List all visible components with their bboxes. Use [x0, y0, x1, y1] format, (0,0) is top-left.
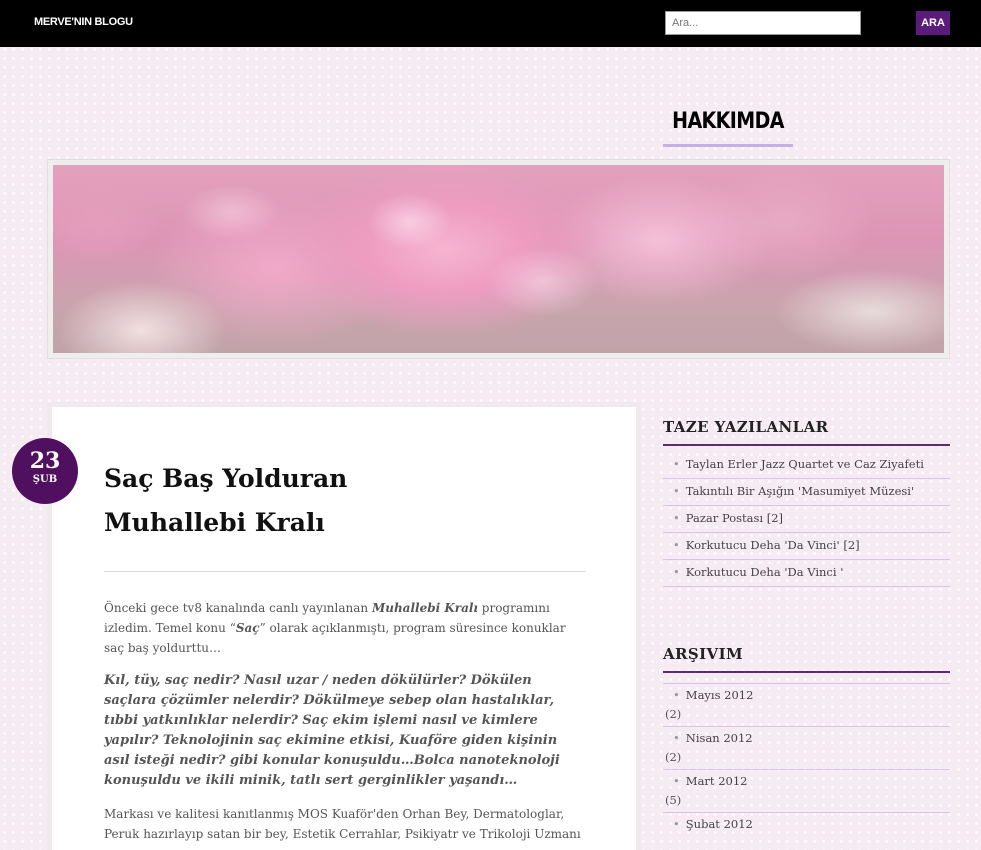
bullet-icon: • [673, 688, 680, 702]
post-paragraph-3: Markası ve kalitesi kanıtlanmış MOS Kuaf… [104, 807, 581, 841]
post-paragraph-1: Önceki gece tv8 kanalında canlı yayınlan… [104, 598, 586, 658]
bullet-icon: • [673, 731, 680, 745]
bullet-icon: • [673, 484, 680, 498]
post-date-badge: 23 ŞUB [12, 438, 78, 504]
recent-post-link[interactable]: Takıntılı Bir Aşığın 'Masumiyet Müzesi' [686, 484, 914, 498]
program-name: Muhallebi Kralı [371, 601, 478, 615]
bullet-icon: • [673, 538, 680, 552]
cotton-candy-clouds-image [53, 165, 944, 353]
search-input[interactable] [665, 11, 861, 35]
archive-month-link[interactable]: Nisan 2012 [686, 731, 753, 745]
site-title-link[interactable]: MERVE'NIN BLOGU [34, 16, 133, 28]
bullet-icon: • [673, 457, 680, 471]
recent-posts-title: TAZE YAZILANLAR [663, 418, 950, 446]
archive-item[interactable]: • Şubat 2012 [663, 812, 950, 835]
nav-about-link[interactable]: HAKKIMDA [663, 108, 793, 133]
search-button[interactable]: ARA [916, 11, 950, 35]
recent-post-link[interactable]: Korkutucu Deha 'Da Vinci' [2] [686, 538, 860, 552]
archive-month-link[interactable]: Mayıs 2012 [686, 688, 754, 702]
archive-item[interactable]: • Mayıs 2012 [663, 683, 950, 706]
post-title-line-1[interactable]: Saç Baş Yolduran [104, 464, 347, 493]
recent-post-item[interactable]: • Taylan Erler Jazz Quartet ve Caz Ziyafe… [663, 452, 950, 479]
post-title-line-2[interactable]: Muhallebi Kralı [104, 508, 325, 537]
recent-post-item[interactable]: • Korkutucu Deha 'Da Vinci' [2] [663, 533, 950, 560]
recent-post-item[interactable]: • Pazar Postası [2] [663, 506, 950, 533]
archive-count: (2) [665, 707, 682, 721]
header-banner [47, 159, 950, 359]
bullet-icon: • [673, 511, 680, 525]
top-bar: MERVE'NIN BLOGU ARA [0, 0, 981, 47]
recent-post-link[interactable]: Pazar Postası [2] [686, 511, 783, 525]
post-title[interactable]: Saç Baş Yolduran Muhallebi Kralı [104, 457, 544, 545]
topic-word: Saç [235, 621, 260, 635]
recent-post-item[interactable]: • Takıntılı Bir Aşığın 'Masumiyet Müzesi' [663, 479, 950, 506]
post-paragraph-2: Kıl, tüy, saç nedir? Nasıl uzar / neden … [104, 673, 560, 788]
recent-post-item[interactable]: • Korkutucu Deha 'Da Vinci ' [663, 560, 950, 587]
post-date-day: 23 [29, 448, 61, 474]
recent-post-link[interactable]: Korkutucu Deha 'Da Vinci ' [686, 565, 844, 579]
p1-pre: Önceki gece tv8 kanalında canlı yayınlan… [104, 601, 372, 615]
post-divider [104, 571, 586, 572]
archive-item[interactable]: • Mart 2012 [663, 769, 950, 792]
bullet-icon: • [673, 817, 680, 831]
archive-title: ARŞIVIM [663, 645, 950, 673]
archive-list: • Mayıs 2012 (2) • Nisan 2012 (2) • Mart 20… [663, 683, 950, 835]
archive-item[interactable]: • Nisan 2012 [663, 726, 950, 749]
recent-posts-list: • Taylan Erler Jazz Quartet ve Caz Ziyafe… [663, 452, 950, 587]
recent-post-link[interactable]: Taylan Erler Jazz Quartet ve Caz Ziyafet… [686, 457, 924, 471]
post-date-month: ŞUB [32, 474, 58, 485]
bullet-icon: • [673, 774, 680, 788]
bullet-icon: • [673, 565, 680, 579]
archive-month-link[interactable]: Mart 2012 [686, 774, 748, 788]
archive-month-link[interactable]: Şubat 2012 [686, 817, 753, 831]
post-body: Önceki gece tv8 kanalında canlı yayınlan… [104, 598, 586, 850]
archive-count: (5) [665, 793, 682, 807]
nav-active-underline [663, 144, 793, 147]
archive-count: (2) [665, 750, 682, 764]
